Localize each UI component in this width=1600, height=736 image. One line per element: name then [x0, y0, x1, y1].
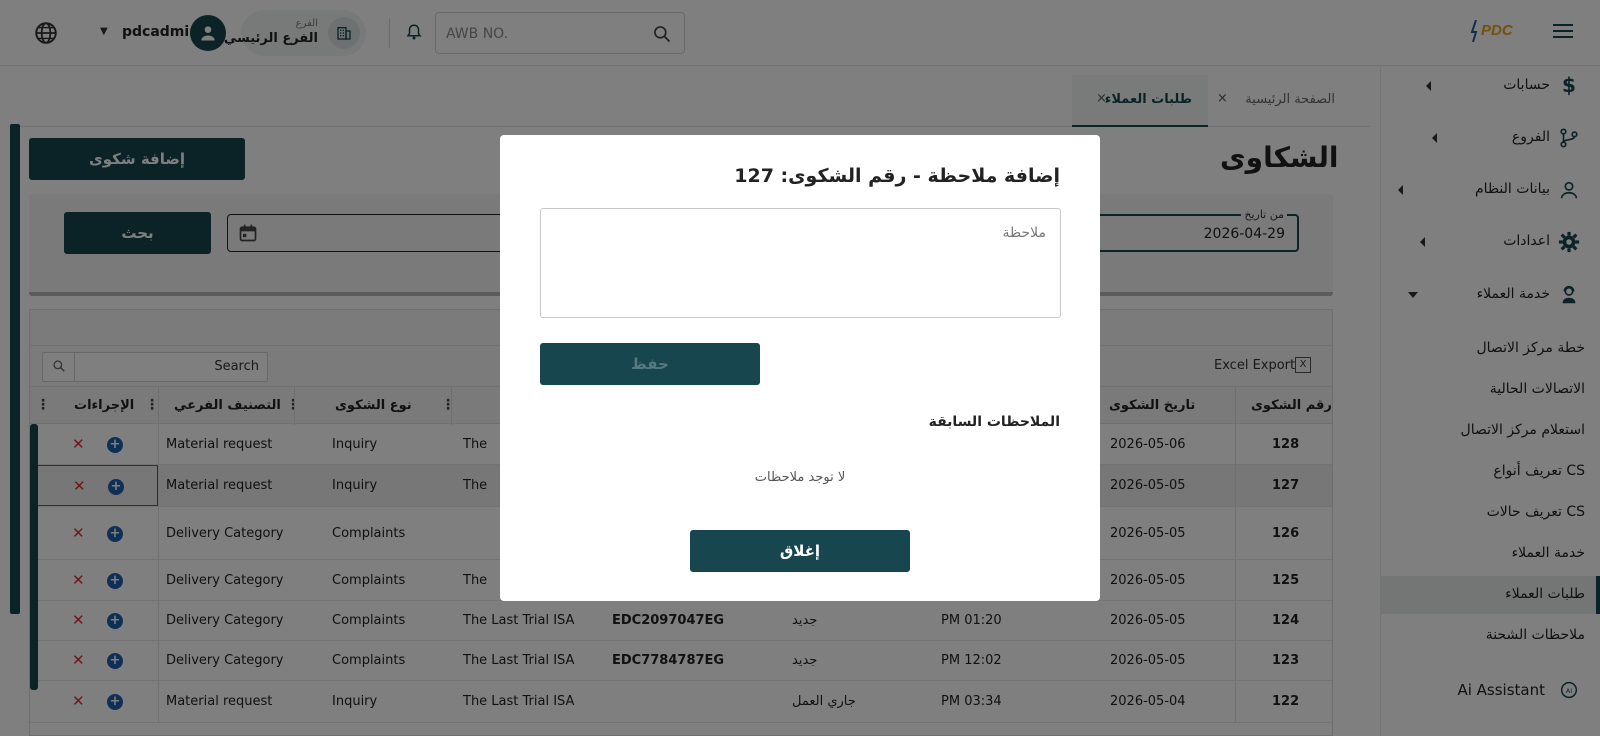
- note-input[interactable]: [540, 208, 1061, 318]
- close-button[interactable]: إغلاق: [690, 530, 910, 572]
- previous-notes-heading: الملاحظات السابقة: [928, 414, 1060, 430]
- dialog-title: إضافة ملاحظة - رقم الشكوى: 127: [734, 165, 1060, 187]
- empty-notes-text: لا توجد ملاحظات: [754, 470, 846, 485]
- save-button[interactable]: حفظ: [540, 343, 760, 385]
- add-note-dialog: إضافة ملاحظة - رقم الشكوى: 127 حفظ الملا…: [500, 135, 1100, 601]
